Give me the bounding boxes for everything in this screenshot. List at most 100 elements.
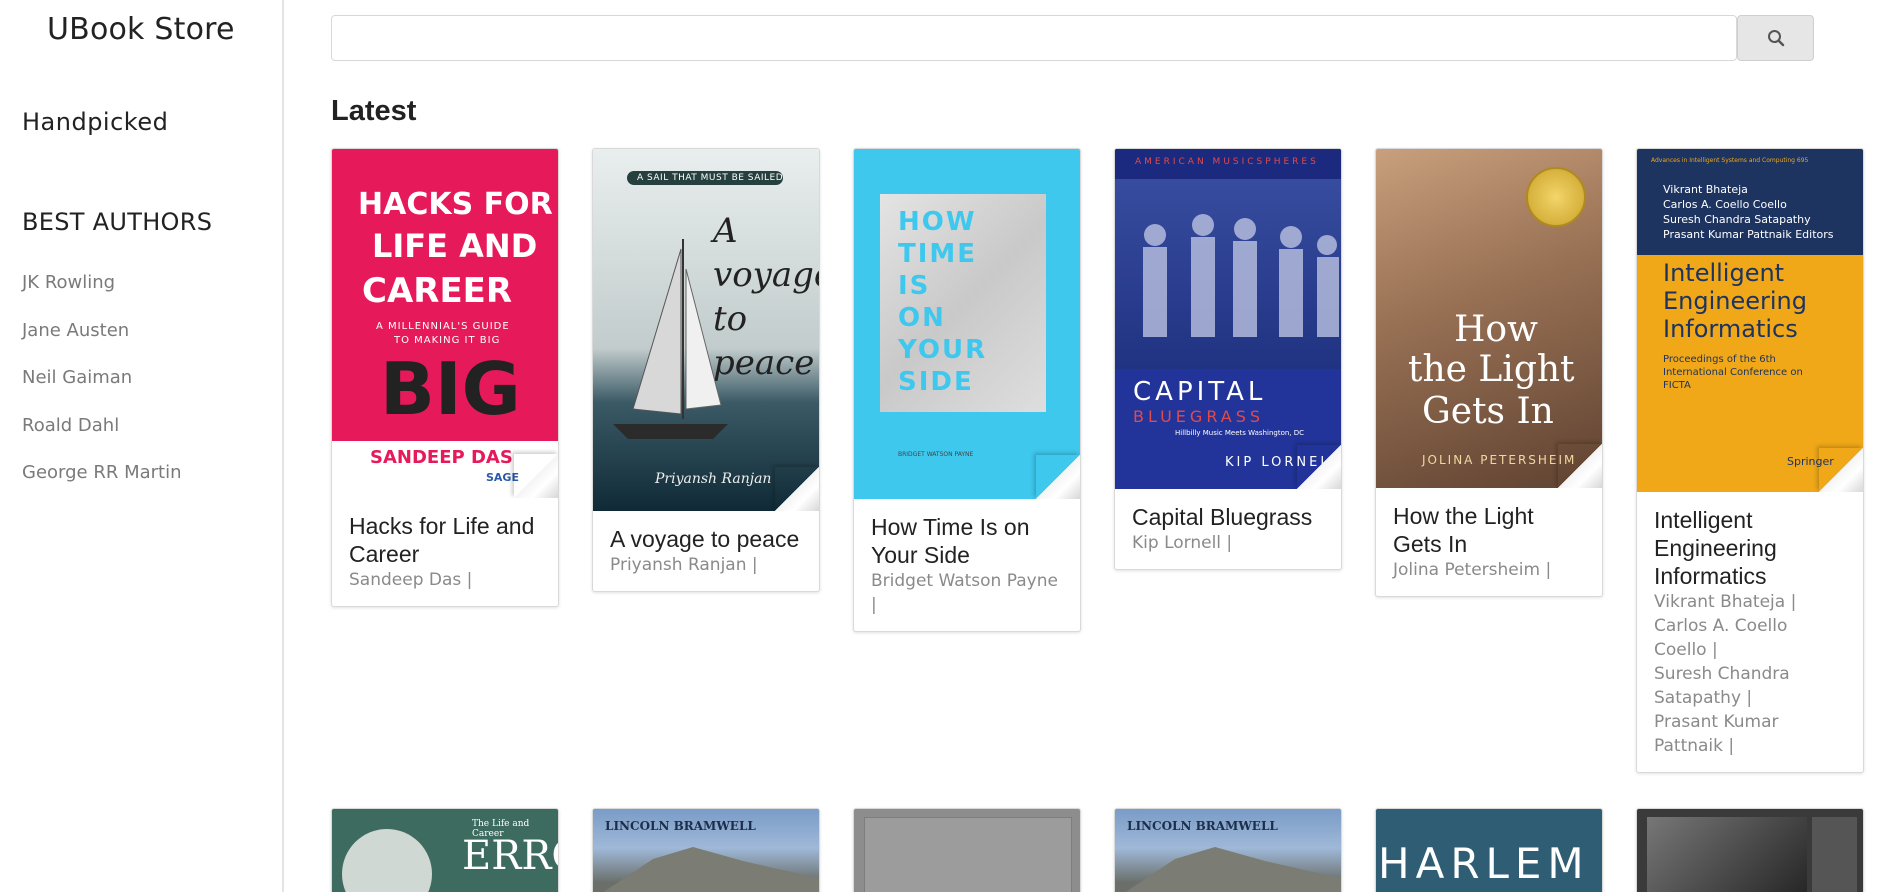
book-author[interactable]: Vikrant Bhateja | <box>1654 590 1847 614</box>
cover-text: Proceedings of the 6th International Con… <box>1663 354 1803 391</box>
book-cover[interactable]: How the Light Gets In JOLINA PETERSHEIM <box>1376 149 1602 488</box>
book-cover[interactable]: HOW TIME IS ON YOUR SIDE BRIDGET WATSON … <box>854 149 1080 499</box>
best-authors-heading: BEST AUTHORS <box>22 208 213 236</box>
card-body: How the Light Gets In Jolina Petersheim … <box>1376 488 1602 596</box>
author-link[interactable]: Neil Gaiman <box>22 367 182 415</box>
cover-text: CAREER <box>362 271 513 311</box>
section-title: Latest <box>331 95 417 127</box>
cover-text: LINCOLN BRAMWELL <box>1127 819 1278 833</box>
page-curl <box>1297 445 1341 489</box>
book-card[interactable] <box>1636 808 1864 892</box>
book-card[interactable]: HACKS FOR LIFE AND CAREER A MILLENNIAL'S… <box>331 148 559 607</box>
book-title[interactable]: How the Light Gets In <box>1393 502 1586 558</box>
book-author[interactable]: Jolina Petersheim | <box>1393 558 1586 582</box>
book-author[interactable]: Satapathy | <box>1654 686 1847 710</box>
mountain-illustration <box>603 847 819 892</box>
author-list: JK Rowling Jane Austen Neil Gaiman Roald… <box>22 272 182 510</box>
book-card[interactable]: A SAIL THAT MUST BE SAILED A voyage to p… <box>592 148 820 592</box>
card-body: A voyage to peace Priyansh Ranjan | <box>593 511 819 591</box>
cover-text: Priyansh Ranjan <box>655 471 772 487</box>
author-link[interactable]: George RR Martin <box>22 462 182 510</box>
cover-text: TIME <box>898 239 978 269</box>
cover-text: HOW <box>898 207 977 237</box>
book-author[interactable]: Priyansh Ranjan | <box>610 553 803 577</box>
page-curl <box>1036 455 1080 499</box>
book-card[interactable]: LINCOLN BRAMWELL <box>592 808 820 892</box>
book-author[interactable]: Suresh Chandra <box>1654 662 1847 686</box>
cover-text: LINCOLN BRAMWELL <box>605 819 756 833</box>
cover-text: the Light <box>1408 349 1575 390</box>
book-author[interactable]: Carlos A. Coello <box>1654 614 1847 638</box>
card-body: Intelligent Engineering Informatics Vikr… <box>1637 492 1863 772</box>
author-link[interactable]: Jane Austen <box>22 320 182 368</box>
cover-text: HACKS FOR <box>358 187 553 222</box>
book-cover[interactable]: HACKS FOR LIFE AND CAREER A MILLENNIAL'S… <box>332 149 558 498</box>
cover-text: A MILLENNIAL'S GUIDE <box>376 321 510 332</box>
book-author: | <box>871 595 877 615</box>
cover-text: LIFE AND <box>372 227 538 265</box>
card-body: Capital Bluegrass Kip Lornell | <box>1115 489 1341 569</box>
cover-text: A SAIL THAT MUST BE SAILED <box>637 173 784 183</box>
book-card[interactable]: HARLEM <box>1375 808 1603 892</box>
brand-title[interactable]: UBook Store <box>47 12 235 47</box>
book-title[interactable]: How Time Is on Your Side <box>871 513 1064 569</box>
band-photo <box>1143 214 1339 337</box>
search-icon <box>1767 30 1784 47</box>
book-card[interactable]: How the Light Gets In JOLINA PETERSHEIM … <box>1375 148 1603 597</box>
book-card[interactable]: HOW TIME IS ON YOUR SIDE BRIDGET WATSON … <box>853 148 1081 632</box>
book-author[interactable]: Bridget Watson Payne <box>871 569 1064 593</box>
book-author[interactable]: Pattnaik | <box>1654 734 1847 758</box>
cover-text: Carlos A. Coello Coello <box>1663 198 1787 211</box>
cover-text: SANDEEP DAS <box>370 447 513 468</box>
cover-text: Intelligent <box>1663 259 1785 287</box>
cover-text: SIDE <box>898 367 974 397</box>
sailboat-illustration <box>613 239 728 439</box>
cover-text: BLUEGRASS <box>1133 407 1265 426</box>
cover-text: Engineering <box>1663 287 1807 315</box>
mountain-illustration <box>1125 847 1341 892</box>
cover-text: Advances in Intelligent Systems and Comp… <box>1651 157 1809 164</box>
author-link[interactable]: JK Rowling <box>22 272 182 320</box>
search-input[interactable] <box>331 15 1737 61</box>
book-author[interactable]: Sandeep Das | <box>349 568 542 592</box>
book-title[interactable]: Capital Bluegrass <box>1132 503 1325 531</box>
cover-text: Vikrant Bhateja <box>1663 183 1748 196</box>
book-card[interactable]: Advances in Intelligent Systems and Comp… <box>1636 148 1864 773</box>
book-card[interactable]: LINCOLN BRAMWELL <box>1114 808 1342 892</box>
book-author[interactable]: Prasant Kumar <box>1654 710 1847 734</box>
cover-text: IS <box>898 271 931 301</box>
page-curl <box>775 467 819 511</box>
book-title[interactable]: Intelligent Engineering Informatics <box>1654 506 1847 590</box>
cover-text: BIG <box>380 347 521 431</box>
cover-text: ERROL <box>462 833 558 879</box>
cover-text: Suresh Chandra Satapathy <box>1663 213 1811 226</box>
book-cover[interactable]: AMERICAN MUSICSPHERES CAPITAL BLUEGRASS … <box>1115 149 1341 489</box>
cover-text: JOLINA PETERSHEIM <box>1422 453 1577 467</box>
book-title[interactable]: Hacks for Life and Career <box>349 512 542 568</box>
nav-handpicked[interactable]: Handpicked <box>22 108 168 136</box>
cover-text: Prasant Kumar Pattnaik Editors <box>1663 228 1834 241</box>
cover-text: How <box>1454 309 1538 350</box>
book-card[interactable]: AMERICAN MUSICSPHERES CAPITAL BLUEGRASS … <box>1114 148 1342 570</box>
cover-text: BRIDGET WATSON PAYNE <box>898 451 974 458</box>
cover-text: ON <box>898 303 946 333</box>
page-curl <box>1819 448 1863 492</box>
book-card[interactable] <box>853 808 1081 892</box>
card-body: Hacks for Life and Career Sandeep Das | <box>332 498 558 606</box>
book-author[interactable]: Coello | <box>1654 638 1847 662</box>
cover-text: TO MAKING IT BIG <box>394 335 501 346</box>
search-button[interactable] <box>1737 15 1814 61</box>
sidebar: UBook Store Handpicked BEST AUTHORS JK R… <box>0 0 284 892</box>
book-title[interactable]: A voyage to peace <box>610 525 803 553</box>
book-cover[interactable]: Advances in Intelligent Systems and Comp… <box>1637 149 1863 492</box>
cover-text: AMERICAN MUSICSPHERES <box>1135 157 1319 167</box>
page-curl <box>514 454 558 498</box>
author-link[interactable]: Roald Dahl <box>22 415 182 463</box>
book-cover[interactable]: A SAIL THAT MUST BE SAILED A voyage to p… <box>593 149 819 511</box>
cover-text: HARLEM <box>1378 839 1590 888</box>
card-body: How Time Is on Your Side Bridget Watson … <box>854 499 1080 631</box>
book-author[interactable]: Kip Lornell | <box>1132 531 1325 555</box>
cover-text: Informatics <box>1663 315 1798 343</box>
cover-text: YOUR <box>898 335 988 365</box>
book-card[interactable]: The Life and Career ERROL <box>331 808 559 892</box>
